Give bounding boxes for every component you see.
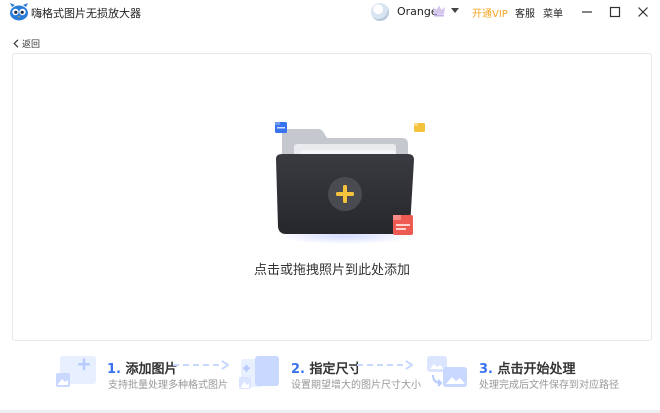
minimize-icon[interactable] [577, 2, 597, 22]
maximize-icon[interactable] [605, 2, 625, 22]
customer-service-button[interactable]: 客服 [515, 5, 535, 20]
chevron-left-icon [13, 38, 19, 48]
yellow-file-icon [414, 123, 425, 132]
resize-step-icon [239, 356, 279, 389]
vip-crown-icon [433, 5, 445, 17]
title-bar: 嗨格式图片无损放大器 Orange 开通VIP 客服 菜单 [0, 0, 660, 25]
red-file-icon [393, 215, 413, 235]
chevron-down-icon[interactable] [451, 8, 459, 13]
arrow-right-icon [357, 360, 414, 370]
menu-button[interactable]: 菜单 [543, 5, 563, 20]
step-3-title: 3. 点击开始处理 [479, 362, 576, 377]
step-1-title: 1. 添加图片 [107, 362, 178, 377]
drop-hint: 点击或拖拽照片到此处添加 [253, 263, 410, 278]
step-2-title: 2. 指定尺寸 [291, 362, 362, 377]
close-icon[interactable] [633, 2, 653, 22]
app-logo-icon [10, 3, 28, 21]
step-3-desc: 处理完成后文件保存到对应路径 [479, 380, 619, 391]
back-button[interactable]: 返回 [13, 36, 40, 50]
step-1-desc: 支持批量处理多种格式图片 [108, 380, 228, 391]
open-vip-button[interactable]: 开通VIP [472, 5, 508, 20]
step-2-desc: 设置期望增大的图片尺寸大小 [291, 380, 421, 391]
avatar[interactable] [371, 3, 389, 21]
arrow-right-icon [173, 360, 230, 370]
add-image-step-icon [56, 356, 96, 387]
blue-file-icon [275, 122, 287, 133]
app-title: 嗨格式图片无损放大器 [31, 7, 141, 20]
image-drop-zone[interactable]: 点击或拖拽照片到此处添加 [12, 53, 652, 341]
back-label: 返回 [22, 39, 41, 50]
process-step-icon [427, 356, 467, 387]
folder-add-icon [275, 122, 425, 244]
